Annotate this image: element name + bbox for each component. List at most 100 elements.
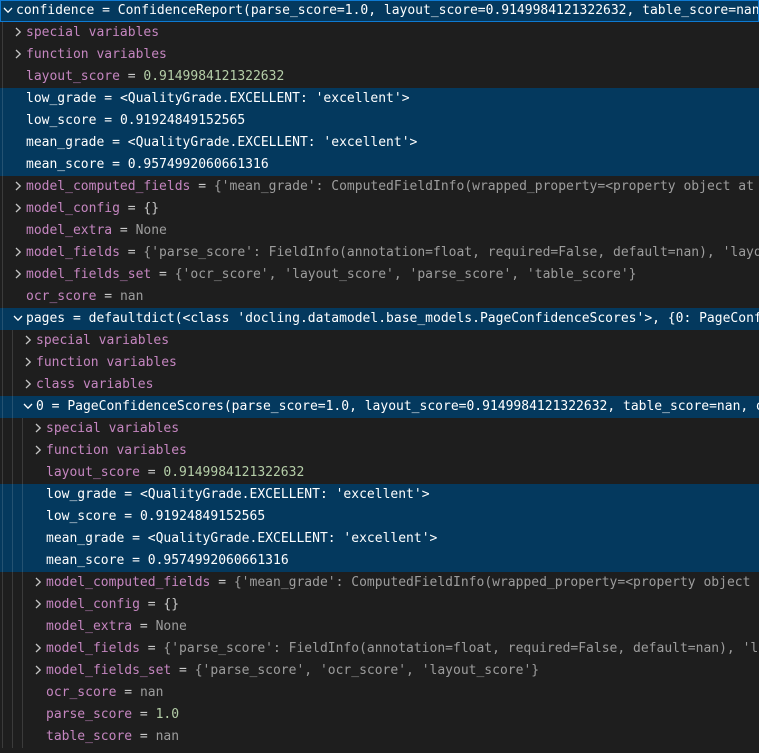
scope-row[interactable]: class variables: [0, 374, 759, 396]
equals-sign: =: [104, 157, 127, 172]
equals-sign: =: [116, 685, 139, 700]
variable-name: ocr_score: [46, 685, 116, 700]
scope-row[interactable]: special variables: [0, 418, 759, 440]
variable-row[interactable]: low_grade = <QualityGrade.EXCELLENT: 'ex…: [0, 88, 759, 110]
variable-value: <QualityGrade.EXCELLENT: 'excellent'>: [140, 487, 430, 502]
indent-guide: [12, 528, 13, 550]
chevron-right-icon[interactable]: [10, 22, 26, 44]
variable-row[interactable]: low_score = 0.91924849152565: [0, 506, 759, 528]
chevron-spacer: [10, 132, 26, 154]
chevron-spacer: [30, 726, 46, 748]
chevron-down-icon[interactable]: [20, 396, 36, 418]
indent-guide: [2, 528, 3, 550]
variable-name: model_extra: [46, 619, 132, 634]
chevron-right-icon[interactable]: [10, 264, 26, 286]
indent-guide: [12, 726, 13, 748]
variable-name: model_fields: [26, 245, 120, 260]
chevron-right-icon[interactable]: [30, 572, 46, 594]
indent-guide: [2, 44, 3, 66]
variable-row[interactable]: low_score = 0.91924849152565: [0, 110, 759, 132]
variable-name: confidence: [16, 3, 94, 18]
scope-label: special variables: [36, 333, 169, 348]
variable-row[interactable]: low_grade = <QualityGrade.EXCELLENT: 'ex…: [0, 484, 759, 506]
variable-value: {'ocr_score', 'layout_score', 'parse_sco…: [175, 267, 637, 282]
variable-row[interactable]: ocr_score = nan: [0, 682, 759, 704]
chevron-down-icon[interactable]: [0, 0, 16, 22]
equals-sign: =: [44, 399, 67, 414]
variable-row[interactable]: mean_grade = <QualityGrade.EXCELLENT: 'e…: [0, 132, 759, 154]
indent-guide: [2, 440, 3, 462]
variable-row[interactable]: model_fields = {'parse_score': FieldInfo…: [0, 638, 759, 660]
variable-row[interactable]: model_computed_fields = {'mean_grade': C…: [0, 176, 759, 198]
indent-guide: [2, 66, 3, 88]
indent-guide: [2, 462, 3, 484]
variable-row[interactable]: model_fields = {'parse_score': FieldInfo…: [0, 242, 759, 264]
variable-row[interactable]: model_fields_set = {'parse_score', 'ocr_…: [0, 660, 759, 682]
indent-guide: [2, 572, 3, 594]
chevron-down-icon[interactable]: [10, 308, 26, 330]
variable-row[interactable]: mean_grade = <QualityGrade.EXCELLENT: 'e…: [0, 528, 759, 550]
variable-value: 0.9149984121322632: [163, 465, 304, 480]
variable-row[interactable]: model_extra = None: [0, 220, 759, 242]
variable-value: PageConfidenceScores(parse_score=1.0, la…: [67, 399, 759, 414]
indent-guide: [12, 550, 13, 572]
variable-row[interactable]: table_score = nan: [0, 726, 759, 748]
scope-row[interactable]: special variables: [0, 330, 759, 352]
variable-row[interactable]: mean_score = 0.9574992060661316: [0, 550, 759, 572]
indent-guide: [2, 176, 3, 198]
indent-guide: [12, 682, 13, 704]
indent-guide: [22, 638, 23, 660]
indent-guide: [22, 682, 23, 704]
equals-sign: =: [120, 201, 143, 216]
scope-label: class variables: [36, 377, 153, 392]
indent-guide: [2, 220, 3, 242]
chevron-right-icon[interactable]: [30, 440, 46, 462]
variable-name: mean_grade: [46, 531, 124, 546]
chevron-right-icon[interactable]: [10, 176, 26, 198]
variable-value: <QualityGrade.EXCELLENT: 'excellent'>: [148, 531, 438, 546]
scope-label: function variables: [36, 355, 177, 370]
indent-guide: [22, 660, 23, 682]
variable-row[interactable]: model_config = {}: [0, 198, 759, 220]
variable-row[interactable]: model_computed_fields = {'mean_grade': C…: [0, 572, 759, 594]
indent-guide: [2, 418, 3, 440]
indent-guide: [12, 374, 13, 396]
chevron-right-icon[interactable]: [30, 660, 46, 682]
scope-row[interactable]: function variables: [0, 352, 759, 374]
indent-guide: [2, 198, 3, 220]
variable-value: 0.91924849152565: [120, 113, 245, 128]
chevron-right-icon[interactable]: [10, 44, 26, 66]
chevron-right-icon[interactable]: [20, 374, 36, 396]
variable-name: 0: [36, 399, 44, 414]
variable-name: model_computed_fields: [26, 179, 190, 194]
indent-guide: [12, 616, 13, 638]
variable-row[interactable]: model_fields_set = {'ocr_score', 'layout…: [0, 264, 759, 286]
equals-sign: =: [124, 553, 147, 568]
chevron-right-icon[interactable]: [20, 352, 36, 374]
variable-row[interactable]: pages = defaultdict(<class 'docling.data…: [0, 308, 759, 330]
variable-row[interactable]: layout_score = 0.9149984121322632: [0, 66, 759, 88]
chevron-right-icon[interactable]: [30, 638, 46, 660]
indent-guide: [22, 594, 23, 616]
variable-row[interactable]: ocr_score = nan: [0, 286, 759, 308]
chevron-right-icon[interactable]: [10, 198, 26, 220]
chevron-right-icon[interactable]: [10, 242, 26, 264]
indent-guide: [2, 616, 3, 638]
variable-row[interactable]: parse_score = 1.0: [0, 704, 759, 726]
variable-row[interactable]: layout_score = 0.9149984121322632: [0, 462, 759, 484]
variable-name: mean_score: [26, 157, 104, 172]
variable-row[interactable]: model_config = {}: [0, 594, 759, 616]
chevron-right-icon[interactable]: [30, 418, 46, 440]
variable-row[interactable]: mean_score = 0.9574992060661316: [0, 154, 759, 176]
scope-row[interactable]: function variables: [0, 44, 759, 66]
variable-value: {'parse_score': FieldInfo(annotation=flo…: [163, 641, 759, 656]
chevron-right-icon[interactable]: [20, 330, 36, 352]
variable-row[interactable]: confidence = ConfidenceReport(parse_scor…: [0, 0, 759, 22]
variable-row[interactable]: 0 = PageConfidenceScores(parse_score=1.0…: [0, 396, 759, 418]
variable-value: defaultdict(<class 'docling.datamodel.ba…: [89, 311, 759, 326]
chevron-right-icon[interactable]: [30, 594, 46, 616]
scope-row[interactable]: special variables: [0, 22, 759, 44]
equals-sign: =: [120, 245, 143, 260]
variable-row[interactable]: model_extra = None: [0, 616, 759, 638]
scope-row[interactable]: function variables: [0, 440, 759, 462]
